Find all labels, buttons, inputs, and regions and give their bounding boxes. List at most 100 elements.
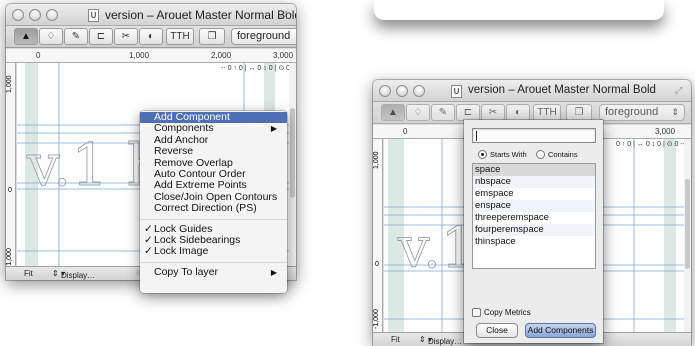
menu-item-label: Add Anchor bbox=[154, 133, 209, 146]
guide-tool-tool-button[interactable]: ⊏ bbox=[89, 28, 113, 45]
list-item[interactable]: emspace bbox=[473, 188, 595, 200]
menu-item-label: Reverse bbox=[154, 145, 194, 158]
scroll-thumb[interactable] bbox=[685, 179, 690, 269]
menu-item[interactable]: Copy To layer ▶ bbox=[140, 265, 287, 278]
list-item[interactable]: threeperemspace bbox=[473, 212, 595, 224]
add-components-button[interactable]: Add Components bbox=[525, 323, 596, 338]
window-title: version – Arouet Master Normal Bold bbox=[468, 84, 656, 96]
titlebar[interactable]: U version – Arouet Master Normal Bold ⤢ bbox=[373, 80, 691, 102]
toolbar-toggle-icon[interactable]: ⤢ bbox=[280, 9, 290, 19]
measure-tool-icon: TTH bbox=[170, 31, 190, 42]
guide-tool-tool-button[interactable]: ⊏ bbox=[456, 104, 480, 121]
measure-tool-icon: TTH bbox=[537, 107, 557, 118]
layer-copy-tool-button[interactable]: ❐ bbox=[566, 104, 592, 121]
screenshot-stage: U version – Arouet Master Normal Bold ⤢ … bbox=[0, 0, 695, 346]
layer-select[interactable]: foreground⇕ bbox=[231, 28, 296, 45]
shapes-tool-tool-button[interactable]: ◐ bbox=[506, 104, 530, 121]
text-caret bbox=[476, 131, 477, 141]
knife-tool-tool-button[interactable]: ✂ bbox=[114, 28, 138, 45]
component-list[interactable]: space nbspace emspace enspace threeperemspac… bbox=[472, 163, 596, 269]
submenu-arrow-icon: ▶ bbox=[270, 267, 277, 277]
toolbar-toggle-icon[interactable]: ⤢ bbox=[675, 85, 685, 95]
layer-copy-icon: ❐ bbox=[207, 31, 217, 42]
pen-nib-tool-button[interactable]: ♢ bbox=[406, 104, 430, 121]
close-button[interactable]: Close bbox=[476, 323, 518, 338]
display-label: Display… bbox=[60, 271, 96, 280]
arrow-pointer-tool-button[interactable]: ▲ bbox=[381, 104, 405, 121]
close-window-button[interactable] bbox=[12, 9, 24, 21]
vertical-scrollbar[interactable] bbox=[684, 139, 691, 333]
radio-label: Contains bbox=[548, 150, 578, 159]
menu-item-label: Lock Sidebearings bbox=[154, 233, 241, 246]
copy-metrics-checkbox[interactable]: Copy Metrics bbox=[472, 308, 531, 317]
shapes-tool-tool-button[interactable]: ◐ bbox=[139, 28, 163, 45]
pen-nib-tool-button[interactable]: ♢ bbox=[39, 28, 63, 45]
pencil-icon: ✎ bbox=[438, 107, 448, 118]
ruler-v-label: 0 bbox=[8, 187, 12, 194]
display-select[interactable]: ⇕ Display… ▾ bbox=[419, 335, 462, 346]
guide-tool-icon: ⊏ bbox=[96, 31, 106, 42]
menu-item-label: Correct Direction (PS) bbox=[154, 202, 257, 215]
arrow-pointer-icon: ▲ bbox=[388, 107, 398, 118]
ruler-vertical: 1,000 0 -1,000 bbox=[373, 139, 383, 333]
list-item[interactable]: enspace bbox=[473, 200, 595, 212]
window-title: version – Arouet Master Normal Bold bbox=[105, 8, 296, 22]
radio-dot bbox=[536, 150, 545, 159]
pencil-tool-button[interactable]: ✎ bbox=[431, 104, 455, 121]
coordinate-readout: 0 ↑ 0 | ↔ 0 ↕ 0 | ⊙ 0 -- 0 bbox=[616, 141, 684, 148]
layer-select-value: foreground bbox=[237, 30, 291, 42]
menu-item-label: Add Extreme Points bbox=[154, 179, 247, 192]
ruler-tick-label: 3,000 bbox=[273, 51, 294, 60]
submenu-arrow-icon: ▶ bbox=[270, 124, 277, 134]
add-component-panel: Starts With Contains space nbspace emspace… bbox=[464, 120, 603, 343]
close-window-button[interactable] bbox=[379, 85, 391, 97]
list-item[interactable]: nbspace bbox=[473, 176, 595, 188]
checkbox-box bbox=[472, 308, 481, 317]
menu-item[interactable]: Correct Direction (PS) bbox=[140, 202, 287, 215]
document-proxy-icon[interactable]: U bbox=[451, 85, 462, 98]
layer-copy-tool-button[interactable]: ❐ bbox=[199, 28, 225, 45]
layer-select-value: foreground bbox=[605, 106, 659, 118]
guide-tool-icon: ⊏ bbox=[463, 107, 473, 118]
zoom-window-button[interactable] bbox=[413, 85, 425, 97]
menu-separator bbox=[140, 261, 287, 263]
document-proxy-icon[interactable]: U bbox=[88, 9, 99, 22]
radio-dot bbox=[478, 150, 487, 159]
menu-item-label: Copy To layer bbox=[154, 265, 219, 278]
display-select[interactable]: ⇕ Display… ▾ bbox=[52, 269, 95, 280]
menu-separator bbox=[140, 218, 287, 220]
zoom-select[interactable]: Fit bbox=[391, 335, 400, 344]
zoom-window-button[interactable] bbox=[46, 9, 58, 21]
pencil-tool-button[interactable]: ✎ bbox=[64, 28, 88, 45]
vertical-scrollbar[interactable] bbox=[289, 63, 296, 266]
starts-with-radio[interactable]: Starts With bbox=[478, 150, 527, 159]
component-search-input[interactable] bbox=[472, 128, 596, 143]
list-item[interactable]: thinspace bbox=[473, 236, 595, 248]
menu-item-label: Add Component bbox=[154, 111, 230, 123]
contains-radio[interactable]: Contains bbox=[536, 150, 578, 159]
measure-tool-tool-button[interactable]: TTH bbox=[166, 28, 194, 45]
layer-select[interactable]: foreground⇕ bbox=[599, 104, 685, 121]
checkbox-label: Copy Metrics bbox=[484, 308, 531, 317]
titlebar[interactable]: U version – Arouet Master Normal Bold ⤢ bbox=[6, 4, 296, 26]
right-sidebearing-band bbox=[664, 139, 676, 333]
arrow-pointer-tool-button[interactable]: ▲ bbox=[14, 28, 38, 45]
layer-copy-icon: ❐ bbox=[574, 107, 584, 118]
display-label: Display… bbox=[427, 337, 463, 346]
ruler-tick-label: 3,000 bbox=[655, 127, 676, 136]
menu-item[interactable]: ✓ Lock Image bbox=[140, 245, 287, 257]
minimize-window-button[interactable] bbox=[396, 85, 408, 97]
pen-nib-icon: ♢ bbox=[413, 107, 423, 118]
scroll-thumb[interactable] bbox=[290, 108, 295, 198]
list-item[interactable]: fourperemspace bbox=[473, 224, 595, 236]
knife-tool-tool-button[interactable]: ✂ bbox=[481, 104, 505, 121]
ruler-tick-label: 0 bbox=[36, 51, 41, 60]
list-item[interactable]: space bbox=[473, 164, 595, 176]
shapes-tool-icon: ◐ bbox=[147, 31, 155, 42]
ruler-tick-label: 0 bbox=[403, 127, 408, 136]
measure-tool-tool-button[interactable]: TTH bbox=[533, 104, 561, 121]
minimize-window-button[interactable] bbox=[29, 9, 41, 21]
knife-tool-icon: ✂ bbox=[488, 107, 498, 118]
menu-item-label: Remove Overlap bbox=[154, 156, 233, 169]
zoom-select[interactable]: Fit bbox=[24, 269, 33, 278]
